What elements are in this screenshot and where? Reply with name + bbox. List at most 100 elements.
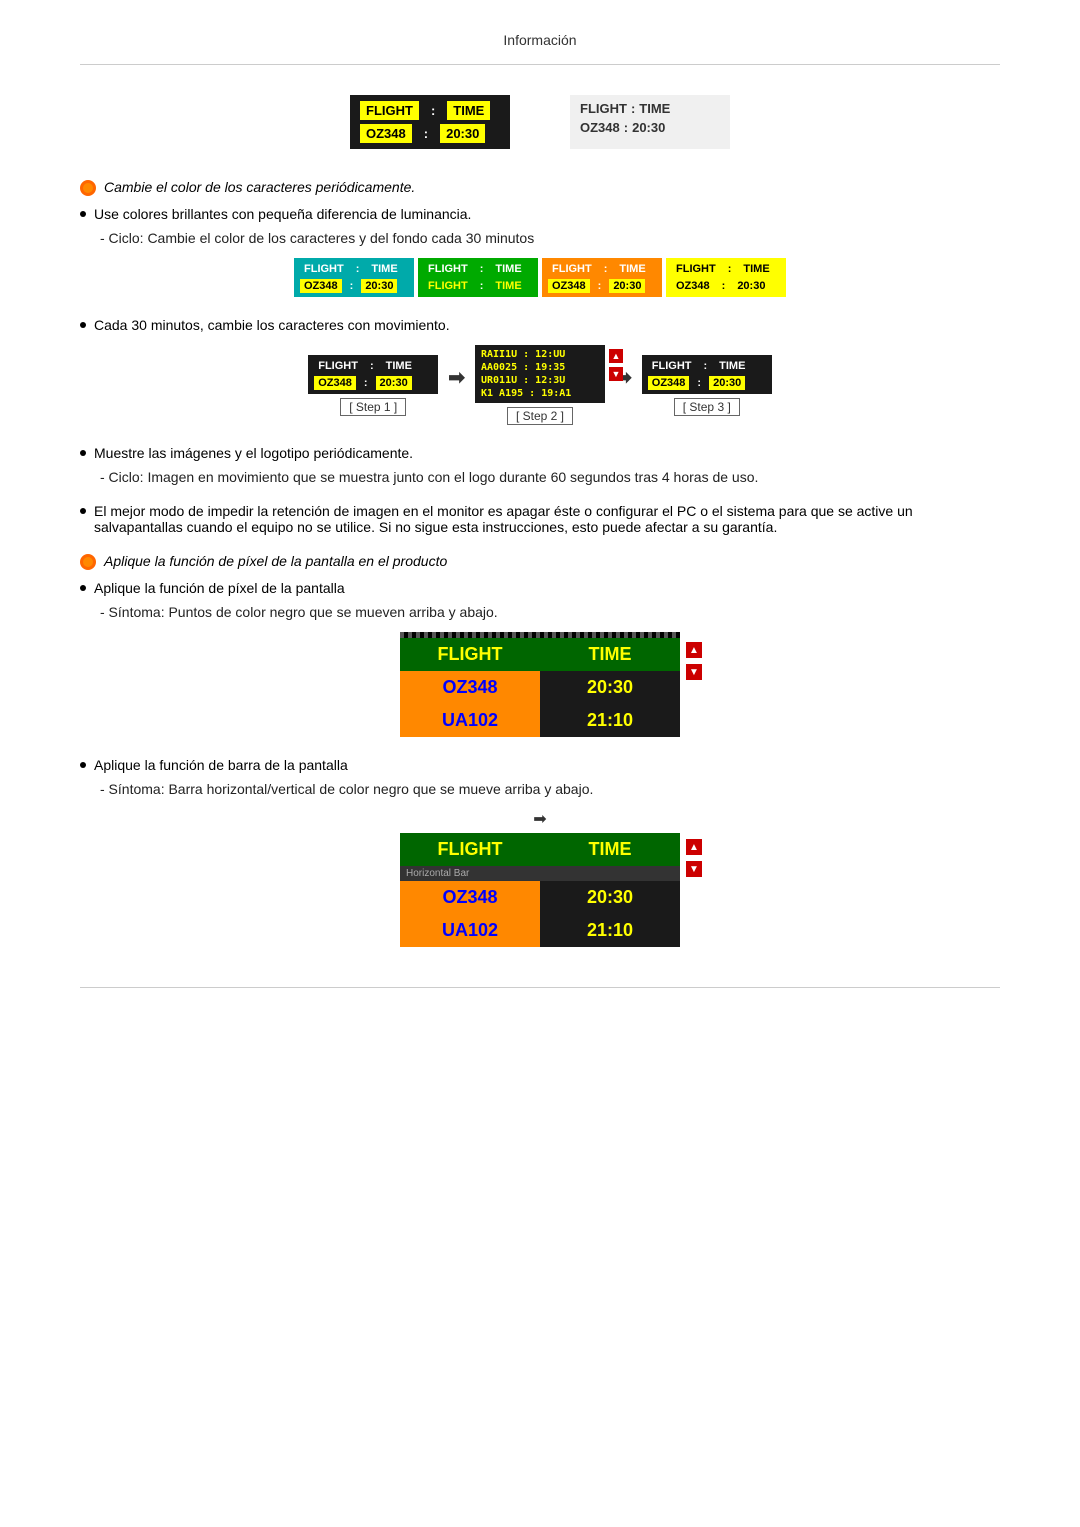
cb1-c2: : [346, 279, 358, 293]
bar-flight-header: FLIGHT [400, 833, 540, 866]
bar-right-arrow: ➡ [533, 811, 546, 828]
pixel-func-text: Aplique la función de píxel de la pantal… [94, 580, 345, 596]
step-1-board: FLIGHT : TIME OZ348 : 20:30 [308, 355, 438, 394]
s1-oz: OZ348 [314, 376, 356, 390]
pb-data-row2: UA102 21:10 [400, 704, 680, 737]
arrow-1: ➡ [448, 365, 465, 390]
cb4-time: TIME [739, 262, 773, 276]
s1-time: TIME [382, 359, 416, 373]
cycle-board-2: FLIGHT : TIME FLIGHT : TIME [418, 258, 538, 297]
s1-val: 20:30 [376, 376, 412, 390]
section-6: Aplique la función de barra de la pantal… [80, 757, 1000, 947]
light-board-flight: FLIGHT [580, 101, 627, 116]
bar-2110: 21:10 [540, 914, 680, 947]
cb3-colon: : [600, 262, 612, 276]
pb-flight-header: FLIGHT [400, 638, 540, 671]
bar-func-text: Aplique la función de barra de la pantal… [94, 757, 348, 773]
step-3-block: FLIGHT : TIME OZ348 : 20:30 [ Step 3 ] [642, 355, 772, 416]
cycle-board-1: FLIGHT : TIME OZ348 : 20:30 [294, 258, 414, 297]
cb1-time: TIME [367, 262, 401, 276]
cb4-flight: FLIGHT [672, 262, 720, 276]
dark-board-colon1: : [425, 101, 441, 120]
dot-6 [80, 762, 86, 768]
cb1-colon: : [352, 262, 364, 276]
pixel-board-wrapper: FLIGHT TIME OZ348 20:30 UA102 21:10 [400, 632, 680, 737]
light-board-time: TIME [639, 101, 670, 116]
s2-r2: AA0025 : 19:35 [481, 362, 565, 373]
cb3-c2: : [594, 279, 606, 293]
section-3: Muestre las imágenes y el logotipo perió… [80, 445, 1000, 485]
dark-board-oz348: OZ348 [360, 124, 412, 143]
cb2-flight: FLIGHT [424, 262, 472, 276]
images-text: Muestre las imágenes y el logotipo perió… [94, 445, 413, 461]
cb1-flight: FLIGHT [300, 262, 348, 276]
s2-r4: K1 A195 : 19:A1 [481, 388, 571, 399]
pixel-arrows: ▲ ▼ [686, 642, 702, 680]
bullet-best-way: El mejor modo de impedir la retención de… [80, 503, 1000, 535]
s3-oz: OZ348 [648, 376, 690, 390]
step-3-label: [ Step 3 ] [674, 398, 740, 416]
steps-row: FLIGHT : TIME OZ348 : 20:30 [ Step 1 ] ➡ [80, 345, 1000, 425]
section-2: Cada 30 minutos, cambie los caracteres c… [80, 317, 1000, 425]
bar-ua102: UA102 [400, 914, 540, 947]
horizontal-bar: Horizontal Bar [400, 866, 680, 881]
bullet-movement: Cada 30 minutos, cambie los caracteres c… [80, 317, 1000, 333]
s1-c2: : [360, 376, 372, 390]
bar-2030: 20:30 [540, 881, 680, 914]
step-1-block: FLIGHT : TIME OZ348 : 20:30 [ Step 1 ] [308, 355, 438, 416]
bar-board-container: ➡ FLIGHT TIME Horizontal Bar OZ348 20:30 [80, 809, 1000, 947]
section5-italic: Aplique la función de píxel de la pantal… [104, 553, 447, 569]
bar-arrows: ▲ ▼ [686, 839, 702, 877]
bar-header-row: FLIGHT TIME [400, 833, 680, 866]
cb3-flight: FLIGHT [548, 262, 596, 276]
top-displays: FLIGHT : TIME OZ348 : 20:30 FLIGHT : TIM… [80, 95, 1000, 149]
pixel-sub: - Síntoma: Puntos de color negro que se … [100, 604, 1000, 620]
section-1: Cambie el color de los caracteres periód… [80, 179, 1000, 297]
pixel-board-container: FLIGHT TIME OZ348 20:30 UA102 21:10 [80, 632, 1000, 737]
page-title: Información [80, 20, 1000, 65]
s1-c1: : [366, 359, 378, 373]
cb4-c2: : [718, 279, 730, 293]
bullet-images: Muestre las imágenes y el logotipo perió… [80, 445, 1000, 461]
bullet-pixel-func: Aplique la función de píxel de la pantal… [80, 580, 1000, 596]
orange-icon-2 [80, 554, 96, 570]
movement-text: Cada 30 minutos, cambie los caracteres c… [94, 317, 450, 333]
pb-oz348: OZ348 [400, 671, 540, 704]
s3-val: 20:30 [709, 376, 745, 390]
bar-up-arrow: ▲ [686, 839, 702, 855]
orange-icon-1 [80, 180, 96, 196]
bar-data-row2: UA102 21:10 [400, 914, 680, 947]
bar-arrow-row: ➡ [400, 809, 680, 829]
cycle-board-4: FLIGHT : TIME OZ348 : 20:30 [666, 258, 786, 297]
cb2-time: TIME [491, 262, 525, 276]
cycle-sub-text: - Ciclo: Cambie el color de los caracter… [100, 230, 1000, 246]
pb-data-row1: OZ348 20:30 [400, 671, 680, 704]
pb-2110: 21:10 [540, 704, 680, 737]
bar-down-arrow: ▼ [686, 861, 702, 877]
s3-flight: FLIGHT [648, 359, 696, 373]
dark-flight-board: FLIGHT : TIME OZ348 : 20:30 [350, 95, 510, 149]
s3-c2: : [693, 376, 705, 390]
s3-c1: : [699, 359, 711, 373]
s1-flight: FLIGHT [314, 359, 362, 373]
bullet-bright-colors: Use colores brillantes con pequeña difer… [80, 206, 1000, 222]
step-1-label: [ Step 1 ] [340, 398, 406, 416]
bar-time-header: TIME [540, 833, 680, 866]
best-way-text: El mejor modo de impedir la retención de… [94, 503, 1000, 535]
step2-down-arrow: ▼ [609, 367, 623, 381]
section-4: El mejor modo de impedir la retención de… [80, 503, 1000, 535]
cb4-colon: : [724, 262, 736, 276]
cycle-displays: FLIGHT : TIME OZ348 : 20:30 FLIGHT [80, 258, 1000, 297]
light-board-colon1: : [631, 101, 635, 116]
dot-3 [80, 450, 86, 456]
pixel-up-arrow: ▲ [686, 642, 702, 658]
section1-italic: Cambie el color de los caracteres periód… [104, 179, 415, 195]
light-board-colon2: : [624, 120, 628, 135]
section-5: Aplique la función de píxel de la pantal… [80, 553, 1000, 737]
s2-r3: UR011U : 12:3U [481, 375, 565, 386]
bar-data-row1: OZ348 20:30 [400, 881, 680, 914]
pb-header-row: FLIGHT TIME [400, 638, 680, 671]
pb-time-header: TIME [540, 638, 680, 671]
images-sub: - Ciclo: Imagen en movimiento que se mue… [100, 469, 1000, 485]
light-board-oz348: OZ348 [580, 120, 620, 135]
